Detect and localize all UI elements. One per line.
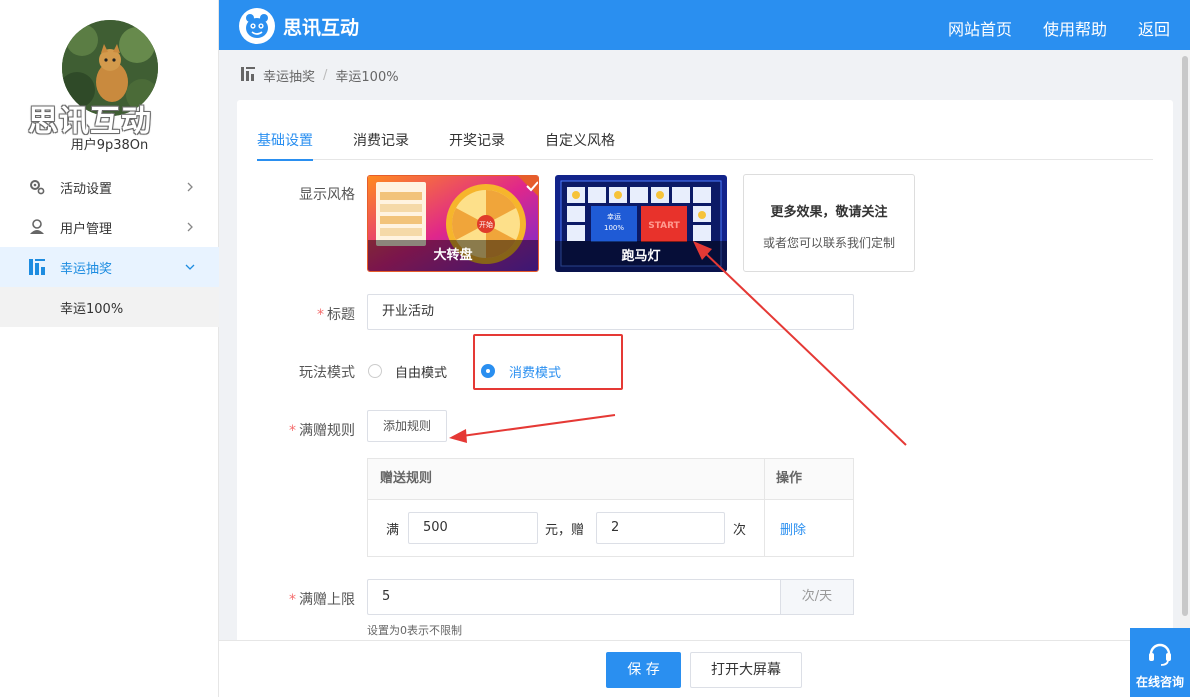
annotation-arrows (449, 241, 907, 446)
online-consult-button[interactable]: 在线咨询 (1130, 628, 1190, 697)
vertical-scrollbar[interactable] (1180, 50, 1190, 640)
scrollbar-thumb[interactable] (1182, 56, 1188, 616)
footer-bar: 保 存 打开大屏幕 (219, 640, 1190, 697)
open-bigscreen-button[interactable]: 打开大屏幕 (690, 652, 802, 688)
save-button[interactable]: 保 存 (606, 652, 681, 688)
headset-icon (1149, 643, 1171, 666)
online-consult-label: 在线咨询 (1135, 675, 1184, 689)
